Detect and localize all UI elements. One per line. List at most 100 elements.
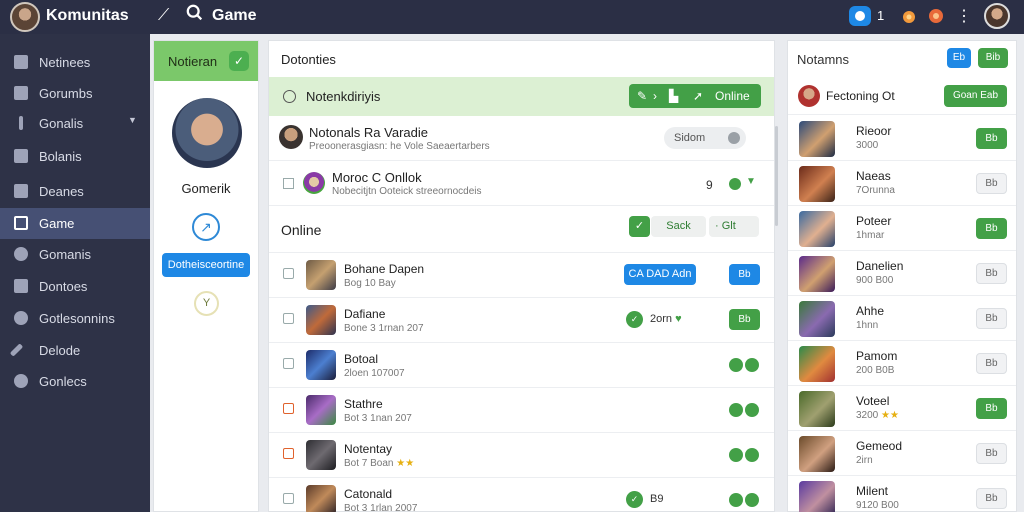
row-mid-text: B9 (650, 493, 664, 505)
briefcase-icon (14, 184, 28, 198)
table-row[interactable]: Notentay Bot 7 Boan ★★ (269, 432, 774, 477)
globe-icon (14, 374, 28, 388)
sack-button[interactable]: Sack (651, 216, 706, 237)
chevron-down-icon[interactable]: ▼ (746, 176, 756, 187)
list-item[interactable]: Milent 9120 B00 Bb (788, 476, 1016, 512)
row-side-button[interactable]: Bb (729, 264, 760, 285)
link-icon[interactable]: ↗ (192, 213, 220, 241)
badge-icon[interactable]: Y (194, 291, 219, 316)
table-row[interactable]: Catonald Bot 3 1rlan 2007 ✓ B9 (269, 477, 774, 512)
sidebar-item-11[interactable]: Gonlecs (0, 366, 150, 397)
flame-icon[interactable] (900, 7, 918, 25)
list-item[interactable]: Rieoor 3000 Bb (788, 116, 1016, 161)
row-sub: Bot 3 1nan 207 (344, 413, 412, 424)
members-button-2[interactable]: Bib (978, 48, 1008, 68)
profile-action-button[interactable]: Dotheisceortine (162, 253, 250, 277)
member-button[interactable]: Bb (976, 173, 1007, 194)
chat-bubble-icon (855, 11, 865, 21)
notification-toolbar[interactable]: ✎ › ▙ ➚ Online (629, 84, 761, 108)
member-button[interactable]: Bb (976, 353, 1007, 374)
list-item[interactable]: Pamom 200 B0B Bb (788, 341, 1016, 386)
list-item[interactable]: Naeas 7Orunna Bb (788, 161, 1016, 206)
chart-icon[interactable]: ▙ (669, 89, 678, 103)
table-row[interactable]: Bohane Dapen Bog 10 Bay CA DAD Adn Bb (269, 252, 774, 297)
status-toggle-icon[interactable] (729, 403, 759, 417)
list-item[interactable]: Gemeod 2irn Bb (788, 431, 1016, 476)
member-sub: 200 B0B (856, 365, 895, 376)
select-radio[interactable] (283, 90, 296, 103)
member-button[interactable]: Bb (976, 128, 1007, 149)
member-button[interactable]: Bb (976, 218, 1007, 239)
member-name: Naeas (856, 169, 891, 183)
row-mid-value: 2orn (650, 313, 673, 325)
members-button-1[interactable]: Eb (947, 48, 971, 68)
list-item[interactable]: Danelien 900 B00 Bb (788, 251, 1016, 296)
sidebar-item-label: Gonlecs (39, 374, 87, 389)
row-checkbox[interactable] (283, 493, 294, 504)
row-checkbox[interactable] (283, 268, 294, 279)
more-menu-icon[interactable]: ⋮ (956, 6, 972, 26)
status-toggle-icon[interactable] (729, 358, 759, 372)
sidebar-item-5[interactable]: Deanes (0, 176, 150, 207)
sidebar-item-9[interactable]: Gotlesonnins (0, 303, 150, 334)
search-icon (14, 247, 28, 261)
list-item[interactable]: Poteer 1hmar Bb (788, 206, 1016, 251)
app-logo[interactable] (10, 2, 40, 32)
online-title: Online (281, 222, 322, 238)
featured-item-1[interactable]: Notonals Ra Varadie Preoonerasgiasn: he … (269, 117, 774, 161)
sidebar-item-7[interactable]: Gomanis (0, 239, 150, 270)
collapse-icon[interactable]: ⟋ (158, 7, 169, 25)
member-button[interactable]: Bb (976, 398, 1007, 419)
sidebar-item-3[interactable]: Gonalis ▼ (0, 108, 150, 139)
row-checkbox[interactable] (283, 313, 294, 324)
edit-icon[interactable]: ✎ (637, 89, 647, 103)
featured-item-2[interactable]: Moroc C Onllok Nobecitjtn Ooteick streeo… (269, 162, 774, 206)
table-row[interactable]: Dafiane Bone 3 1rnan 207 ✓ 2orn ♥ Bb (269, 297, 774, 342)
search-icon[interactable] (186, 4, 204, 22)
folder-icon (14, 149, 28, 163)
row-checkbox[interactable] (283, 178, 294, 189)
member-button[interactable]: Bb (976, 308, 1007, 329)
sidebar: Netinees Gorumbs Gonalis ▼ Bolanis Deanes… (0, 34, 150, 512)
member-button[interactable]: Bb (976, 263, 1007, 284)
sidebar-item-1[interactable]: Netinees (0, 47, 150, 78)
table-row[interactable]: Botoal 2loen 107007 (269, 342, 774, 387)
table-row[interactable]: Stathre Bot 3 1nan 207 (269, 387, 774, 432)
main-scrollbar[interactable] (775, 126, 778, 226)
check-icon[interactable]: ✓ (626, 491, 643, 508)
check-icon[interactable]: ✓ (626, 311, 643, 328)
row-checkbox[interactable] (283, 403, 294, 414)
notification-button[interactable] (849, 6, 871, 26)
member-avatar (799, 436, 835, 472)
sidebar-item-10[interactable]: Delode (0, 335, 150, 366)
sidebar-item-8[interactable]: Dontoes (0, 271, 150, 302)
sidebar-item-game[interactable]: Game (0, 208, 150, 239)
status-pill[interactable]: Sidom (664, 127, 746, 149)
send-icon[interactable]: ➚ (693, 89, 703, 103)
row-checkbox[interactable] (283, 448, 294, 459)
profile-header: Notieran ✓ (154, 41, 258, 81)
chevron-down-icon[interactable]: ▼ (128, 115, 137, 125)
status-toggle-icon[interactable] (729, 448, 759, 462)
glt-button[interactable]: · Glt (709, 216, 759, 237)
sidebar-item-4[interactable]: Bolanis (0, 141, 150, 172)
row-action-button[interactable]: CA DAD Adn (624, 264, 696, 285)
chevron-right-icon[interactable]: › (653, 89, 657, 103)
sidebar-item-label: Deanes (39, 184, 84, 199)
top-bar: Komunitas ⟋ Game 1 ⋮ (0, 0, 1024, 34)
sidebar-item-2[interactable]: Gorumbs (0, 78, 150, 109)
star-icon: ★★ (396, 458, 415, 469)
check-button[interactable]: ✓ (229, 51, 249, 71)
badge-icon[interactable] (927, 7, 945, 25)
summary-button[interactable]: Goan Eab (944, 85, 1007, 107)
member-button[interactable]: Bb (976, 488, 1007, 509)
status-toggle-icon[interactable] (729, 493, 759, 507)
sidebar-item-label: Delode (39, 343, 81, 358)
list-item[interactable]: Ahhe 1hnn Bb (788, 296, 1016, 341)
member-button[interactable]: Bb (976, 443, 1007, 464)
user-avatar[interactable] (984, 3, 1010, 29)
list-item[interactable]: Voteel 3200 ★★ Bb (788, 386, 1016, 431)
row-side-button[interactable]: Bb (729, 309, 760, 330)
check-button[interactable]: ✓ (629, 216, 650, 237)
row-checkbox[interactable] (283, 358, 294, 369)
